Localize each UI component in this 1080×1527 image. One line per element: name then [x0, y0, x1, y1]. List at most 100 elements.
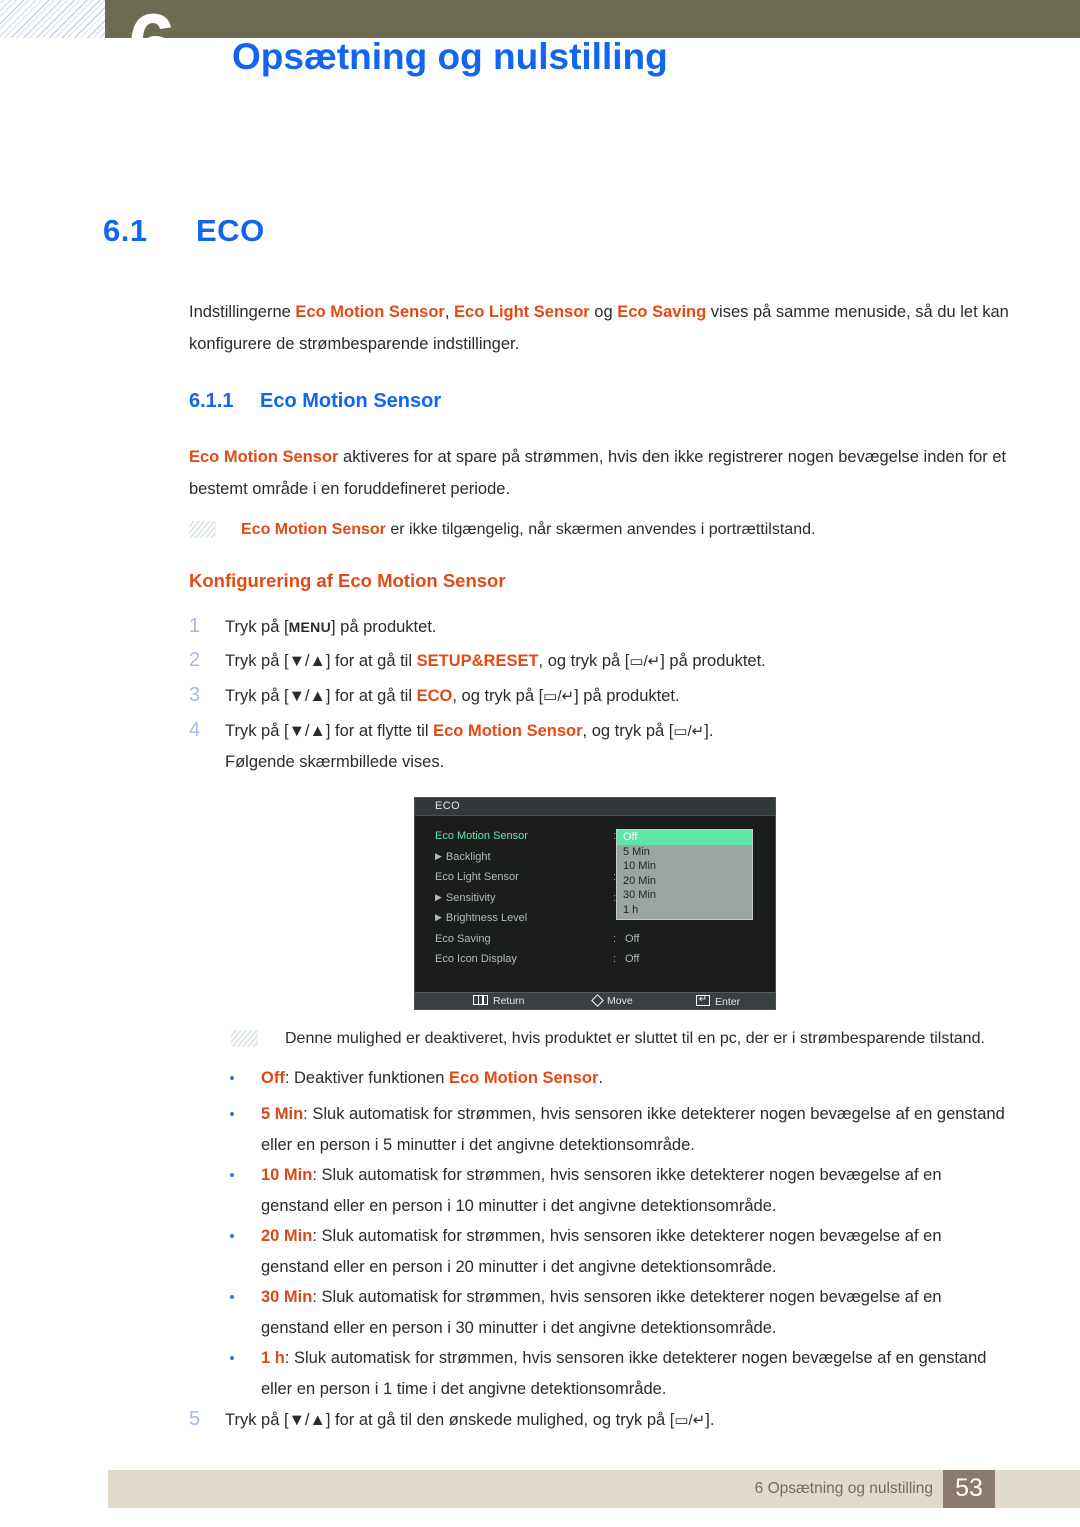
- option-text: 20 Min: Sluk automatisk for strømmen, hv…: [261, 1221, 1011, 1283]
- section-intro-paragraph: Indstillingerne Eco Motion Sensor, Eco L…: [189, 296, 1011, 360]
- osd-row-label: Eco Icon Display: [435, 953, 517, 965]
- subsection-number: 6.1.1: [189, 390, 234, 412]
- step-pre: Tryk på [▼/▲] for at flytte til: [225, 722, 434, 740]
- step-post: ].: [705, 1411, 715, 1429]
- intro-highlight-3: Eco Saving: [617, 303, 707, 321]
- bullet-icon: [230, 1356, 234, 1360]
- osd-titlebar: [415, 798, 775, 816]
- step-number: 4: [189, 719, 201, 741]
- note-highlight: Eco Motion Sensor: [241, 521, 386, 538]
- osd-row-label: Eco Light Sensor: [435, 871, 519, 883]
- osd-option-20-min[interactable]: 20 Min: [617, 874, 752, 889]
- osd-row-label: ▶ Backlight: [435, 851, 491, 863]
- footer-chapter-label: 6 Opsætning og nulstilling: [754, 1480, 933, 1497]
- step-post: ] på produktet.: [331, 618, 437, 636]
- intro-text-1: Indstillingerne: [189, 303, 296, 321]
- option-term: 10 Min: [261, 1166, 313, 1184]
- osd-enter-control[interactable]: ↵ Enter: [696, 995, 740, 1008]
- option-desc: : Sluk automatisk for strømmen, hvis sen…: [261, 1288, 942, 1337]
- step-text: Tryk på [▼/▲] for at gå til den ønskede …: [225, 1405, 1011, 1436]
- osd-row-label-text: Sensitivity: [445, 891, 496, 904]
- osd-option-5-min[interactable]: 5 Min: [617, 845, 752, 860]
- osd-enter-label: Enter: [715, 996, 741, 1008]
- step-mid: , og tryk på [: [582, 722, 674, 740]
- menu-bars-icon: [473, 995, 488, 1005]
- note-icon: [189, 521, 216, 538]
- section-number: 6.1: [103, 213, 148, 248]
- osd-option-1-h[interactable]: 1 h: [617, 903, 752, 918]
- decorative-hatch-corner: [0, 0, 105, 38]
- osd-dropdown-popup[interactable]: Off 5 Min 10 Min 20 Min 30 Min 1 h: [616, 829, 753, 920]
- osd-row-eco-saving[interactable]: Eco Saving : Off: [415, 931, 775, 952]
- osd-option-10-min[interactable]: 10 Min: [617, 859, 752, 874]
- osd-row-colon: :: [613, 953, 617, 965]
- step-mid: , og tryk på [: [538, 652, 630, 670]
- list-item: 1 h: Sluk automatisk for strømmen, hvis …: [189, 1343, 1011, 1405]
- osd-row-value: Off: [625, 953, 640, 965]
- intro-highlight-2: Eco Light Sensor: [454, 303, 590, 321]
- subsection-title: Eco Motion Sensor: [260, 390, 442, 412]
- step-number: 2: [189, 649, 201, 671]
- option-term: 30 Min: [261, 1288, 313, 1306]
- osd-return-label: Return: [493, 995, 525, 1007]
- osd-option-30-min[interactable]: 30 Min: [617, 888, 752, 903]
- osd-move-control[interactable]: Move: [591, 994, 633, 1007]
- header-band: [105, 0, 1080, 38]
- option-text: 5 Min: Sluk automatisk for strømmen, hvi…: [261, 1099, 1011, 1161]
- step-pre: Tryk på [: [225, 618, 289, 636]
- config-heading: Konfigurering af Eco Motion Sensor: [189, 570, 506, 591]
- diamond-icon: [591, 994, 604, 1007]
- enter-glyph: ▭/↵: [673, 723, 705, 740]
- step-pre: Tryk på [▼/▲] for at gå til: [225, 652, 417, 670]
- step-post: ] på produktet.: [660, 652, 766, 670]
- option-desc: : Sluk automatisk for strømmen, hvis sen…: [261, 1349, 987, 1398]
- option-term: Off: [261, 1069, 285, 1087]
- osd-row-label: Eco Saving: [435, 932, 491, 945]
- triangle-right-icon: ▶: [435, 850, 442, 861]
- enter-glyph: ▭/↵: [674, 1412, 706, 1429]
- page-number: 53: [955, 1474, 983, 1502]
- osd-row-label-text: Brightness Level: [445, 912, 528, 924]
- note-icon: [231, 1030, 258, 1047]
- note-portrait-mode: Eco Motion Sensor er ikke tilgængelig, n…: [189, 517, 1011, 543]
- step-pre: Tryk på [▼/▲] for at gå til den ønskede …: [225, 1411, 675, 1429]
- list-item: Off: Deaktiver funktionen Eco Motion Sen…: [189, 1063, 1011, 1094]
- osd-row-label: Eco Motion Sensor: [435, 830, 528, 842]
- bullet-icon: [230, 1076, 234, 1080]
- note-power-saving: Denne mulighed er deaktiveret, hvis prod…: [189, 1026, 1011, 1052]
- option-highlight: Eco Motion Sensor: [449, 1069, 599, 1087]
- note-text: Denne mulighed er deaktiveret, hvis prod…: [285, 1030, 985, 1047]
- option-text: 1 h: Sluk automatisk for strømmen, hvis …: [261, 1343, 1011, 1405]
- osd-option-off[interactable]: Off: [617, 830, 752, 845]
- step-item: 3 Tryk på [▼/▲] for at gå til ECO, og tr…: [189, 681, 1011, 712]
- step-item: 1 Tryk på [MENU] på produktet.: [189, 612, 1011, 643]
- menu-key-label: MENU: [288, 619, 331, 635]
- enter-glyph: ▭/↵: [543, 688, 575, 705]
- step-item: 2 Tryk på [▼/▲] for at gå til SETUP&RESE…: [189, 646, 1011, 677]
- enter-key-icon: ↵: [696, 995, 710, 1006]
- list-item: 20 Min: Sluk automatisk for strømmen, hv…: [189, 1221, 1011, 1283]
- step-pre: Tryk på [▼/▲] for at gå til: [225, 687, 417, 705]
- intro-text-3: og: [589, 303, 618, 321]
- osd-footer-bar: Return Move ↵ Enter: [415, 992, 775, 1009]
- option-term: 1 h: [261, 1349, 285, 1367]
- bullet-icon: [230, 1112, 234, 1116]
- list-item: 10 Min: Sluk automatisk for strømmen, hv…: [189, 1160, 1011, 1222]
- option-desc: : Sluk automatisk for strømmen, hvis sen…: [261, 1166, 942, 1215]
- osd-menu-screenshot: ECO Eco Motion Sensor : ▶ Backlight Eco L…: [414, 797, 776, 1010]
- osd-move-label: Move: [607, 995, 633, 1007]
- note-rest: er ikke tilgængelig, når skærmen anvende…: [385, 521, 816, 538]
- option-term: 5 Min: [261, 1105, 304, 1123]
- section-heading: 6.1 ECO: [103, 213, 265, 249]
- footer-band: [108, 1470, 1080, 1508]
- option-text: 30 Min: Sluk automatisk for strømmen, hv…: [261, 1282, 1011, 1344]
- osd-row-eco-icon-display[interactable]: Eco Icon Display : Off: [415, 951, 775, 972]
- step-mid: , og tryk på [: [452, 687, 544, 705]
- step-highlight: ECO: [416, 687, 453, 705]
- triangle-right-icon: ▶: [435, 891, 442, 902]
- triangle-right-icon: ▶: [435, 912, 442, 922]
- osd-return-control[interactable]: Return: [473, 995, 525, 1007]
- description-highlight: Eco Motion Sensor: [189, 448, 339, 466]
- bullet-icon: [230, 1234, 234, 1238]
- step-highlight: SETUP&RESET: [416, 652, 539, 670]
